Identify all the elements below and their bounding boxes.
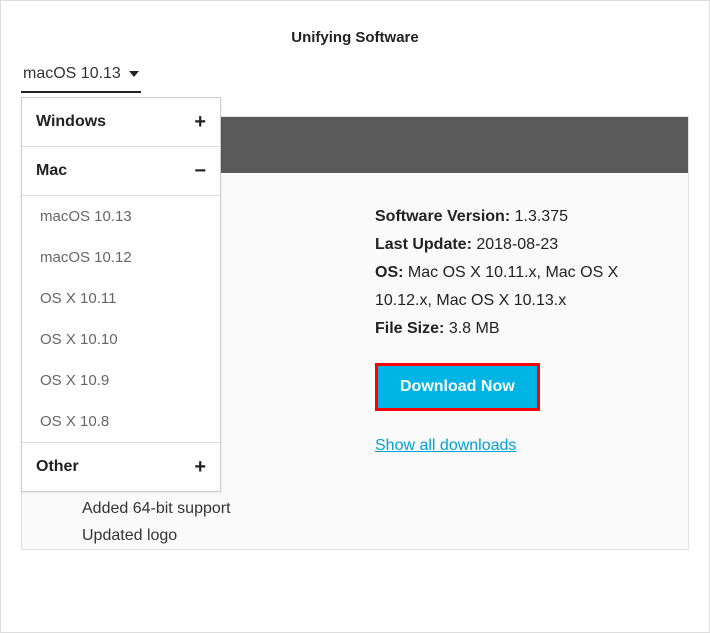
os-group-mac-items: macOS 10.13 macOS 10.12 OS X 10.11 OS X … xyxy=(22,196,220,443)
os-option[interactable]: OS X 10.11 xyxy=(22,278,220,319)
os-option[interactable]: macOS 10.12 xyxy=(22,237,220,278)
os-dropdown-panel: Windows + Mac − macOS 10.13 macOS 10.12 … xyxy=(21,97,221,492)
chevron-down-icon xyxy=(129,71,139,77)
spec-os: OS: Mac OS X 10.11.x, Mac OS X 10.12.x, … xyxy=(375,259,668,315)
release-note-item: Updated logo xyxy=(82,522,688,549)
os-option[interactable]: OS X 10.10 xyxy=(22,319,220,360)
show-all-downloads-link[interactable]: Show all downloads xyxy=(375,437,668,455)
plus-icon: + xyxy=(194,112,206,132)
os-option[interactable]: OS X 10.9 xyxy=(22,360,220,401)
release-note-item: Added 64-bit support xyxy=(82,495,688,522)
os-selector-value: macOS 10.13 xyxy=(23,65,121,83)
os-group-label: Other xyxy=(36,458,79,476)
spec-software-version: Software Version: 1.3.375 xyxy=(375,203,668,231)
os-group-other[interactable]: Other + xyxy=(22,443,220,491)
download-now-button[interactable]: Download Now xyxy=(375,363,540,411)
spec-last-update: Last Update: 2018-08-23 xyxy=(375,231,668,259)
minus-icon: − xyxy=(194,161,206,181)
os-group-mac[interactable]: Mac − xyxy=(22,147,220,196)
page-title: Unifying Software xyxy=(1,1,709,56)
os-group-label: Windows xyxy=(36,113,106,131)
plus-icon: + xyxy=(194,457,206,477)
release-notes: Added 64-bit support Updated logo xyxy=(82,495,688,549)
os-option[interactable]: macOS 10.13 xyxy=(22,196,220,237)
os-group-windows[interactable]: Windows + xyxy=(22,98,220,147)
spec-file-size: File Size: 3.8 MB xyxy=(375,315,668,343)
os-selector-dropdown-trigger[interactable]: macOS 10.13 xyxy=(21,59,141,93)
os-group-label: Mac xyxy=(36,162,67,180)
os-option[interactable]: OS X 10.8 xyxy=(22,401,220,442)
